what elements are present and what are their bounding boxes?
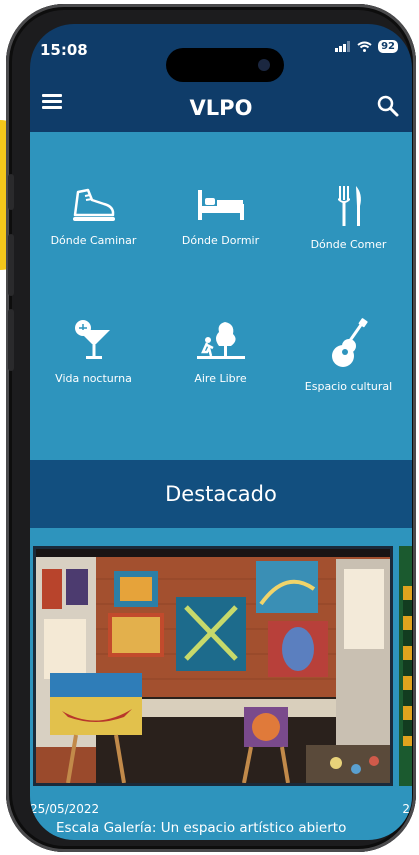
app-title: VLPO <box>189 96 253 120</box>
search-icon[interactable] <box>376 94 400 118</box>
gallery-photo <box>36 549 390 783</box>
app-header: VLPO <box>30 82 412 132</box>
next-card-photo <box>403 586 412 746</box>
bed-icon <box>197 190 244 220</box>
battery-indicator: 92 <box>378 40 398 53</box>
category-espacio-cultural[interactable]: Espacio cultural <box>285 318 412 428</box>
category-vida-nocturna[interactable]: Vida nocturna <box>30 318 157 428</box>
category-label: Dónde Caminar <box>50 234 137 247</box>
app-screen: 15:08 92 VLPO Dónde Caminar Dónde Dormir… <box>30 24 412 840</box>
volume-down-button <box>8 309 14 371</box>
volume-up-button <box>8 234 14 296</box>
card-date: 25/05/2022 <box>30 802 100 816</box>
status-icons: 92 <box>335 40 398 53</box>
next-card-image[interactable] <box>399 546 412 786</box>
category-label: Dónde Dormir <box>181 234 260 247</box>
status-time: 15:08 <box>40 41 88 59</box>
featured-card-image[interactable] <box>33 546 393 786</box>
category-donde-dormir[interactable]: Dónde Dormir <box>157 184 284 294</box>
camera-icon <box>258 59 270 71</box>
dynamic-island <box>166 48 284 82</box>
category-donde-caminar[interactable]: Dónde Caminar <box>30 184 157 294</box>
signal-icon <box>335 41 351 52</box>
guitar-icon <box>331 318 368 367</box>
card-title[interactable]: Escala Galería: Un espacio artístico abi… <box>56 820 346 836</box>
featured-heading: Destacado <box>30 460 412 528</box>
status-bar: 15:08 92 <box>30 24 412 82</box>
cocktail-icon <box>74 320 110 359</box>
next-card-date: 2 <box>402 802 410 816</box>
shoe-icon <box>72 188 115 221</box>
category-grid: Dónde Caminar Dónde Dormir Dónde Comer V… <box>30 132 412 460</box>
featured-carousel[interactable]: 25/05/2022 2 Escala Galería: Un espacio … <box>30 528 412 840</box>
category-label: Vida nocturna <box>55 372 132 385</box>
category-label: Aire Libre <box>194 372 247 385</box>
mute-switch <box>8 174 14 210</box>
phone-frame: 15:08 92 VLPO Dónde Caminar Dónde Dormir… <box>6 4 416 852</box>
cutlery-icon <box>337 186 361 226</box>
category-label: Espacio cultural <box>304 380 393 393</box>
outdoor-icon <box>196 322 245 359</box>
category-aire-libre[interactable]: Aire Libre <box>157 318 284 428</box>
category-donde-comer[interactable]: Dónde Comer <box>285 184 412 294</box>
category-label: Dónde Comer <box>310 238 387 251</box>
wifi-icon <box>357 41 372 52</box>
